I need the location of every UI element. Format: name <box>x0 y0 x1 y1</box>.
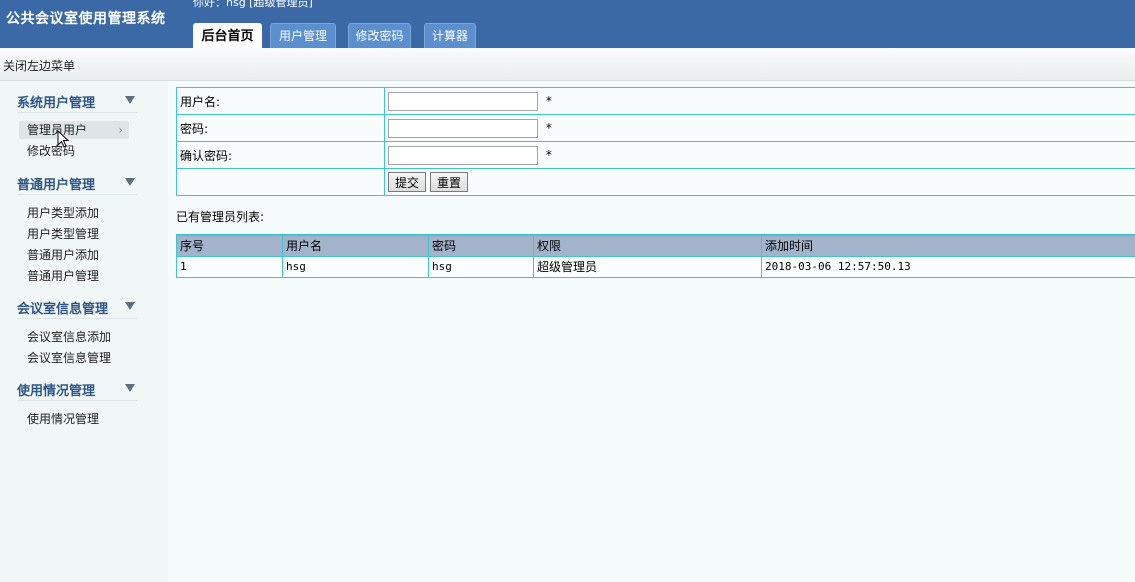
reset-button[interactable]: 重置 <box>430 172 469 192</box>
sidebar-group-room-info[interactable]: 会议室信息管理 <box>17 295 137 319</box>
form-row-password: 密码: * <box>176 114 1135 142</box>
password-label: 密码: <box>176 114 385 142</box>
sidebar-item-room-info-add[interactable]: 会议室信息添加 <box>19 328 129 346</box>
required-mark: * <box>545 121 552 135</box>
cell-added-time: 2018-03-06 12:57:50.13 <box>761 255 1135 278</box>
tab-user-management[interactable]: 用户管理 <box>270 23 336 48</box>
cell-permission: 超级管理员 <box>533 255 762 278</box>
confirm-password-label: 确认密码: <box>176 141 385 169</box>
table-row: 1 hsg hsg 超级管理员 2018-03-06 12:57:50.13 <box>176 255 1135 278</box>
confirm-password-input[interactable] <box>388 145 538 165</box>
cell-password: hsg <box>428 255 534 278</box>
form-row-actions: 提交 重置 <box>176 168 1135 196</box>
sidebar-group-normal-users[interactable]: 普通用户管理 <box>17 171 137 195</box>
username-input[interactable] <box>388 91 538 111</box>
sidebar-item-usage-manage[interactable]: 使用情况管理 <box>19 410 129 428</box>
confirm-password-cell: * <box>384 141 1135 169</box>
sidebar-item-normal-user-manage[interactable]: 普通用户管理 <box>19 267 129 285</box>
password-input[interactable] <box>388 118 538 138</box>
sidebar-item-change-password[interactable]: 修改密码 <box>19 142 129 160</box>
sub-toolbar: 关闭左边菜单 <box>0 48 1135 81</box>
sidebar-item-user-type-manage[interactable]: 用户类型管理 <box>19 225 129 243</box>
form-row-username: 用户名: * <box>176 87 1135 115</box>
sidebar-group-title: 系统用户管理 <box>17 96 96 111</box>
user-greeting: 你好：hsg [超级管理员] <box>193 0 313 9</box>
submit-button[interactable]: 提交 <box>388 172 427 192</box>
caret-down-icon <box>125 302 135 310</box>
col-header-password: 密码 <box>428 235 534 256</box>
sidebar-item-room-info-manage[interactable]: 会议室信息管理 <box>19 349 129 367</box>
table-header-row: 序号 用户名 密码 权限 添加时间 <box>176 235 1135 256</box>
chevron-right-icon: › <box>118 123 123 137</box>
required-mark: * <box>545 148 552 162</box>
password-cell: * <box>384 114 1135 142</box>
mouse-cursor-icon <box>57 130 69 148</box>
sidebar-group-title: 使用情况管理 <box>17 384 96 399</box>
col-header-index: 序号 <box>176 235 283 256</box>
sidebar-group-system-users[interactable]: 系统用户管理 <box>17 89 137 113</box>
tab-change-password[interactable]: 修改密码 <box>348 23 411 48</box>
caret-down-icon <box>125 178 135 186</box>
admin-list-caption: 已有管理员列表: <box>176 210 265 224</box>
col-header-username: 用户名 <box>282 235 429 256</box>
cell-index: 1 <box>176 255 283 278</box>
system-title: 公共会议室使用管理系统 <box>6 11 166 27</box>
sidebar-group-usage[interactable]: 使用情况管理 <box>17 377 137 401</box>
col-header-permission: 权限 <box>533 235 762 256</box>
cell-username: hsg <box>282 255 429 278</box>
admin-user-form: 用户名: * 密码: * 确认密码: * 提交 重置 <box>176 87 1135 196</box>
username-label: 用户名: <box>176 87 385 115</box>
sidebar-group-title: 普通用户管理 <box>17 178 96 193</box>
toggle-left-menu-link[interactable]: 关闭左边菜单 <box>3 57 75 74</box>
empty-cell <box>176 168 385 196</box>
tab-home[interactable]: 后台首页 <box>193 23 262 48</box>
sidebar-item-normal-user-add[interactable]: 普通用户添加 <box>19 246 129 264</box>
sidebar-item-user-type-add[interactable]: 用户类型添加 <box>19 204 129 222</box>
col-header-added-time: 添加时间 <box>761 235 1135 256</box>
sidebar-group-title: 会议室信息管理 <box>17 302 109 317</box>
caret-down-icon <box>125 96 135 104</box>
actions-cell: 提交 重置 <box>384 168 1135 196</box>
form-row-confirm: 确认密码: * <box>176 141 1135 169</box>
left-sidebar: 系统用户管理 管理员用户 › 修改密码 普通用户管理 用户类型添加 用户类型管理… <box>0 81 168 582</box>
caret-down-icon <box>125 384 135 392</box>
required-mark: * <box>545 94 552 108</box>
username-cell: * <box>384 87 1135 115</box>
tab-calculator[interactable]: 计算器 <box>424 23 476 48</box>
top-header: 公共会议室使用管理系统 你好：hsg [超级管理员] 后台首页 用户管理 修改密… <box>0 0 1135 48</box>
admin-list-table: 序号 用户名 密码 权限 添加时间 1 hsg hsg 超级管理员 2018-0… <box>176 234 1135 278</box>
sidebar-item-admin-users[interactable]: 管理员用户 › <box>19 121 129 139</box>
